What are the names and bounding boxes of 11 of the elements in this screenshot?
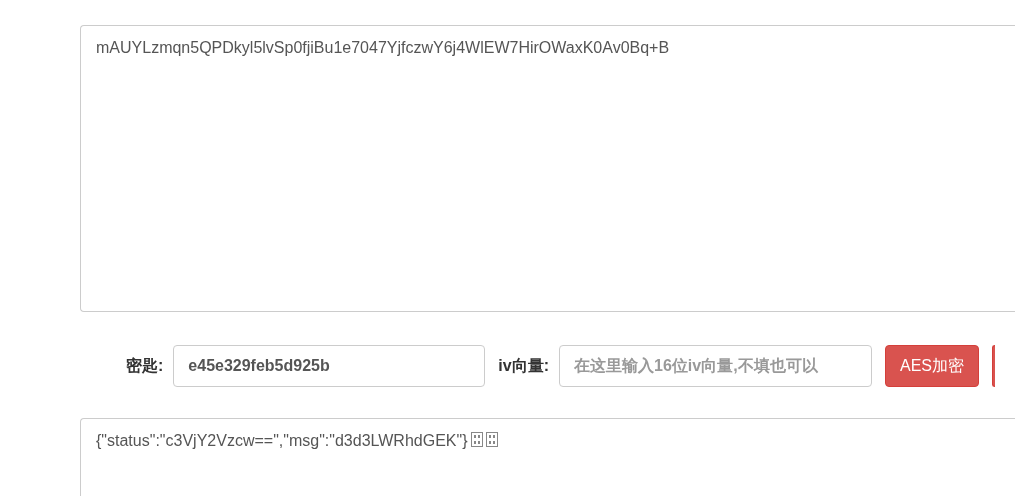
missing-glyph-icon xyxy=(470,432,483,447)
clipped-button[interactable] xyxy=(992,345,995,387)
key-input[interactable]: e45e329feb5d925b xyxy=(173,345,486,387)
result-text: {"status":"c3VjY2Vzcw==","msg":"d3d3LWRhdGEK"} xyxy=(96,431,468,451)
key-label: 密匙: xyxy=(126,356,164,376)
iv-label: iv向量: xyxy=(498,356,549,376)
source-text-area[interactable]: mAUYLzmqn5QPDkyl5lvSp0fjiBu1e7047YjfczwY6j4WlEW7HirOWaxK0Av0Bq+B xyxy=(80,25,1015,312)
encrypt-button[interactable]: AES加密 xyxy=(885,345,979,387)
result-text-area[interactable]: {"status":"c3VjY2Vzcw==","msg":"d3d3LWRhdGEK"} xyxy=(80,418,1015,496)
iv-input[interactable]: 在这里输入16位iv向量,不填也可以 xyxy=(559,345,872,387)
missing-glyph-icon xyxy=(485,432,498,447)
